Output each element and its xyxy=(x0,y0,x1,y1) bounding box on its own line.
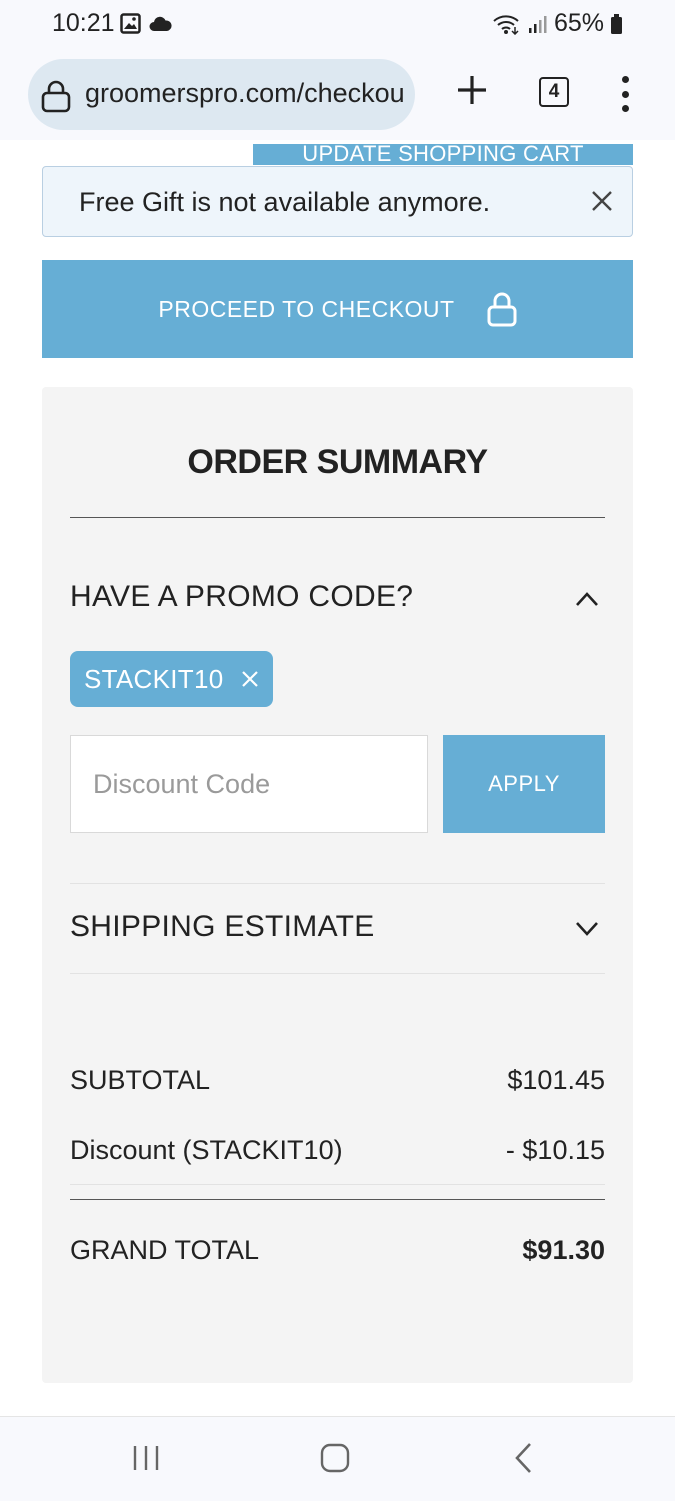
order-summary-title: ORDER SUMMARY xyxy=(187,443,488,481)
grand-total-label: GRAND TOTAL xyxy=(70,1235,260,1265)
browser-toolbar: groomerspro.com/checkout 4 xyxy=(0,52,675,140)
lock-icon xyxy=(487,292,517,327)
address-bar[interactable]: groomerspro.com/checkout xyxy=(28,59,415,130)
discount-code-input[interactable] xyxy=(70,735,428,833)
shipping-divider-top xyxy=(70,883,605,884)
plus-icon[interactable] xyxy=(452,70,492,110)
applied-promo-tag: STACKIT10 xyxy=(70,651,273,707)
signal-icon xyxy=(528,15,547,33)
update-shopping-cart-button[interactable]: UPDATE SHOPPING CART xyxy=(253,144,633,165)
applied-promo-code: STACKIT10 xyxy=(84,663,224,694)
back-icon[interactable] xyxy=(513,1441,535,1475)
tab-switcher-button[interactable]: 4 xyxy=(539,77,569,107)
status-notification-icons xyxy=(120,13,172,34)
subtotal-value: $101.45 xyxy=(507,1065,605,1095)
system-navigation-bar xyxy=(0,1416,675,1501)
shipping-divider-bottom xyxy=(70,973,605,974)
discount-label: Discount (STACKIT10) xyxy=(70,1135,343,1165)
notice-text: Free Gift is not available anymore. xyxy=(79,187,491,217)
status-time: 10:21 xyxy=(52,9,115,37)
remove-promo-icon[interactable] xyxy=(241,670,259,688)
checkout-label: PROCEED TO CHECKOUT xyxy=(158,295,455,322)
close-icon[interactable] xyxy=(590,189,614,213)
notice-message: Free Gift is not available anymore. xyxy=(42,166,633,237)
shipping-estimate-toggle[interactable]: SHIPPING ESTIMATE xyxy=(70,910,375,944)
grand-total-value: $91.30 xyxy=(522,1235,605,1265)
apply-button[interactable]: APPLY xyxy=(443,735,605,833)
recent-apps-icon[interactable] xyxy=(131,1443,161,1473)
summary-divider xyxy=(70,517,605,518)
home-icon[interactable] xyxy=(320,1443,350,1473)
totals-divider xyxy=(70,1199,605,1200)
totals-divider-light xyxy=(70,1184,605,1185)
proceed-to-checkout-button[interactable]: PROCEED TO CHECKOUT xyxy=(42,260,633,358)
battery-percent: 65% xyxy=(553,9,604,37)
url-text[interactable]: groomerspro.com/checkout xyxy=(85,78,403,109)
wifi-icon xyxy=(493,14,519,35)
status-system-icons: 65% xyxy=(492,9,623,38)
battery-icon xyxy=(611,13,622,34)
cloud-icon xyxy=(149,16,172,31)
chevron-up-icon[interactable] xyxy=(574,590,600,608)
subtotal-label: SUBTOTAL xyxy=(70,1065,211,1095)
chevron-down-icon[interactable] xyxy=(574,920,600,938)
more-menu-icon[interactable] xyxy=(616,76,634,112)
image-icon xyxy=(120,13,141,34)
discount-value: - $10.15 xyxy=(505,1135,605,1165)
status-bar: 10:21 65% xyxy=(0,0,675,52)
tab-count: 4 xyxy=(548,81,560,102)
promo-code-toggle[interactable]: HAVE A PROMO CODE? xyxy=(70,580,413,614)
lock-icon[interactable] xyxy=(41,79,71,113)
order-summary: ORDER SUMMARY HAVE A PROMO CODE? STACKIT… xyxy=(42,387,633,1383)
